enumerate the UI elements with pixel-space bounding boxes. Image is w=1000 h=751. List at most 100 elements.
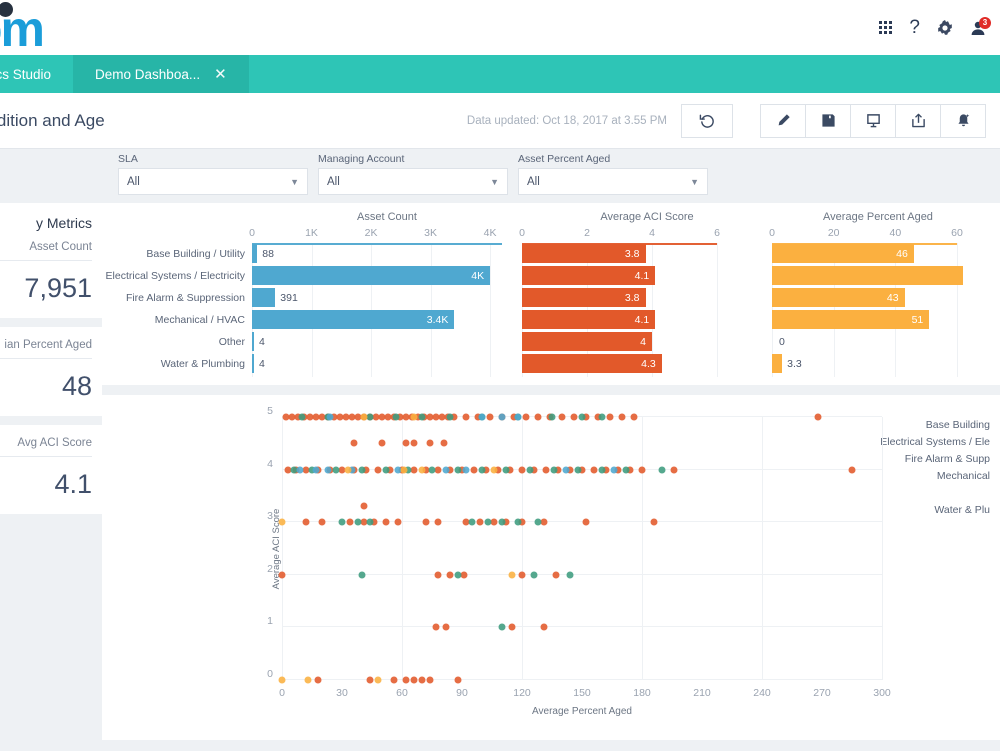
scatter-point[interactable] — [379, 440, 386, 447]
scatter-plot[interactable]: Average ACI Score Average Percent Aged B… — [282, 417, 882, 680]
scatter-point[interactable] — [571, 414, 578, 421]
scatter-point[interactable] — [463, 414, 470, 421]
scatter-point[interactable] — [487, 414, 494, 421]
bar-row[interactable]: Electrical Systems / Electricity4K — [102, 265, 522, 286]
scatter-point[interactable] — [411, 466, 418, 473]
scatter-point[interactable] — [375, 677, 382, 684]
scatter-point[interactable] — [499, 519, 506, 526]
legend-item[interactable]: Mechanical — [800, 470, 990, 487]
scatter-point[interactable] — [441, 440, 448, 447]
legend-item[interactable]: Electrical Systems / Ele — [800, 436, 990, 453]
scatter-point[interactable] — [541, 519, 548, 526]
scatter-point[interactable] — [355, 519, 362, 526]
scatter-point[interactable] — [419, 677, 426, 684]
scatter-point[interactable] — [313, 466, 320, 473]
scatter-point[interactable] — [567, 571, 574, 578]
scatter-point[interactable] — [499, 624, 506, 631]
scatter-point[interactable] — [575, 466, 582, 473]
bar[interactable]: 3.4K — [252, 310, 454, 329]
scatter-point[interactable] — [433, 624, 440, 631]
scatter-point[interactable] — [383, 519, 390, 526]
bar-row[interactable]: 3.3 — [772, 353, 984, 374]
scatter-point[interactable] — [815, 414, 822, 421]
scatter-point[interactable] — [523, 414, 530, 421]
scatter-point[interactable] — [639, 466, 646, 473]
scatter-point[interactable] — [611, 466, 618, 473]
scatter-point[interactable] — [583, 519, 590, 526]
bar[interactable] — [772, 354, 782, 373]
scatter-point[interactable] — [351, 440, 358, 447]
scatter-point[interactable] — [619, 414, 626, 421]
bar[interactable] — [772, 266, 963, 285]
scatter-point[interactable] — [455, 466, 462, 473]
scatter-point[interactable] — [395, 519, 402, 526]
scatter-point[interactable] — [375, 466, 382, 473]
scatter-point[interactable] — [535, 414, 542, 421]
scatter-point[interactable] — [361, 503, 368, 510]
scatter-point[interactable] — [403, 440, 410, 447]
bar[interactable]: 46 — [772, 244, 914, 263]
scatter-point[interactable] — [527, 466, 534, 473]
help-icon[interactable]: ? — [909, 18, 920, 37]
scatter-point[interactable] — [359, 466, 366, 473]
scatter-point[interactable] — [623, 466, 630, 473]
close-icon[interactable]: ✕ — [214, 67, 227, 82]
scatter-point[interactable] — [509, 624, 516, 631]
scatter-point[interactable] — [339, 519, 346, 526]
scatter-point[interactable] — [579, 414, 586, 421]
scatter-point[interactable] — [491, 466, 498, 473]
scatter-point[interactable] — [443, 624, 450, 631]
scatter-point[interactable] — [411, 677, 418, 684]
scatter-point[interactable] — [509, 571, 516, 578]
filter-select[interactable]: All ▼ — [318, 168, 508, 195]
scatter-point[interactable] — [463, 466, 470, 473]
bar[interactable] — [252, 288, 275, 307]
bar[interactable]: 43 — [772, 288, 905, 307]
scatter-point[interactable] — [319, 519, 326, 526]
scatter-point[interactable] — [359, 571, 366, 578]
scatter-point[interactable] — [447, 414, 454, 421]
bar[interactable]: 4.1 — [522, 310, 655, 329]
scatter-point[interactable] — [297, 466, 304, 473]
scatter-point[interactable] — [435, 466, 442, 473]
scatter-point[interactable] — [541, 624, 548, 631]
bookmark-button[interactable] — [850, 104, 896, 138]
scatter-point[interactable] — [455, 677, 462, 684]
scatter-point[interactable] — [435, 519, 442, 526]
scatter-point[interactable] — [411, 414, 418, 421]
scatter-point[interactable] — [491, 519, 498, 526]
scatter-point[interactable] — [305, 677, 312, 684]
bar-row[interactable]: 43 — [772, 287, 984, 308]
legend-item[interactable]: Water & Plu — [800, 504, 990, 521]
scatter-point[interactable] — [515, 519, 522, 526]
scatter-point[interactable] — [299, 414, 306, 421]
scatter-point[interactable] — [315, 677, 322, 684]
scatter-point[interactable] — [469, 519, 476, 526]
app-logo[interactable]: om — [0, 0, 120, 55]
scatter-point[interactable] — [591, 466, 598, 473]
scatter-point[interactable] — [327, 414, 334, 421]
scatter-point[interactable] — [515, 414, 522, 421]
scatter-point[interactable] — [631, 414, 638, 421]
bar-row[interactable]: 4.1 — [522, 309, 772, 330]
bar[interactable]: 4.1 — [522, 266, 655, 285]
bar[interactable] — [252, 244, 257, 263]
bar[interactable] — [252, 354, 254, 373]
scatter-point[interactable] — [471, 466, 478, 473]
scatter-point[interactable] — [659, 466, 666, 473]
scatter-point[interactable] — [367, 414, 374, 421]
scatter-point[interactable] — [361, 414, 368, 421]
edit-button[interactable] — [760, 104, 806, 138]
app-grid-icon[interactable] — [879, 21, 892, 34]
scatter-point[interactable] — [551, 466, 558, 473]
scatter-point[interactable] — [393, 414, 400, 421]
filter-select[interactable]: All ▼ — [518, 168, 708, 195]
scatter-point[interactable] — [367, 677, 374, 684]
legend-item[interactable]: Base Building — [800, 419, 990, 436]
scatter-point[interactable] — [447, 571, 454, 578]
scatter-point[interactable] — [427, 677, 434, 684]
user-notification-icon[interactable]: 3 — [970, 20, 986, 36]
bar-row[interactable]: Mechanical / HVAC3.4K — [102, 309, 522, 330]
scatter-point[interactable] — [427, 440, 434, 447]
scatter-point[interactable] — [345, 466, 352, 473]
